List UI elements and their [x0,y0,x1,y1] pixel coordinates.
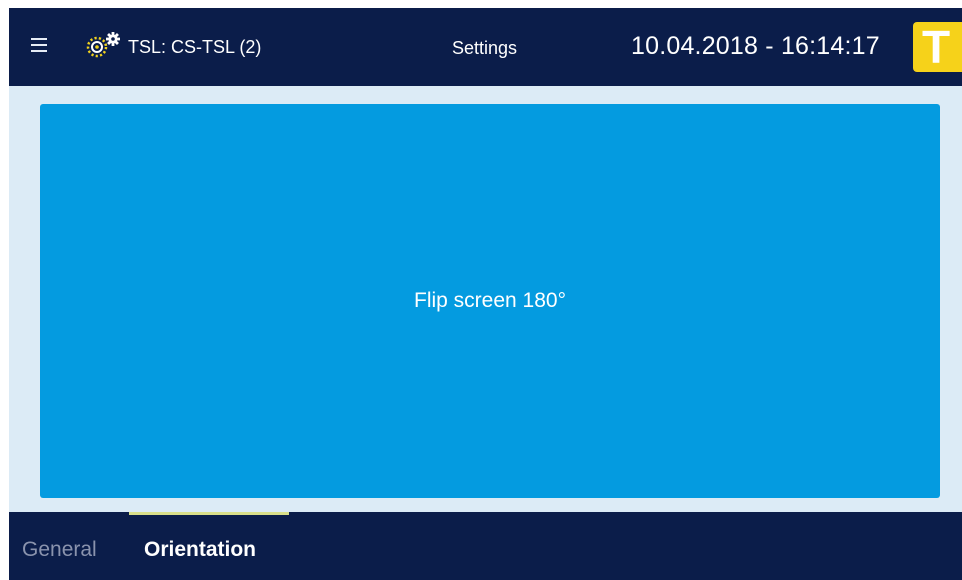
flip-screen-label: Flip screen 180° [414,289,566,312]
device-label: TSL: CS-TSL (2) [128,37,262,57]
bottom-tab-bar: General Orientation [9,512,962,580]
device-frame: TSL: CS-TSL (2) Settings 10.04.2018 - 16… [0,0,962,580]
datetime-display: 10.04.2018 - 16:14:17 [631,32,880,60]
active-tab-indicator [129,512,289,515]
tab-general[interactable]: General [22,538,97,562]
page-title: Settings [452,38,518,58]
flip-screen-button[interactable]: Flip screen 180° [40,104,940,498]
brand-logo-letter: T [922,21,951,73]
top-bar: TSL: CS-TSL (2) Settings 10.04.2018 - 16… [9,8,962,86]
tab-orientation[interactable]: Orientation [144,538,256,562]
device-screen: TSL: CS-TSL (2) Settings 10.04.2018 - 16… [9,8,962,580]
hamburger-menu-icon[interactable] [31,38,47,52]
brand-logo: T [913,21,962,73]
gears-icon [84,30,124,60]
